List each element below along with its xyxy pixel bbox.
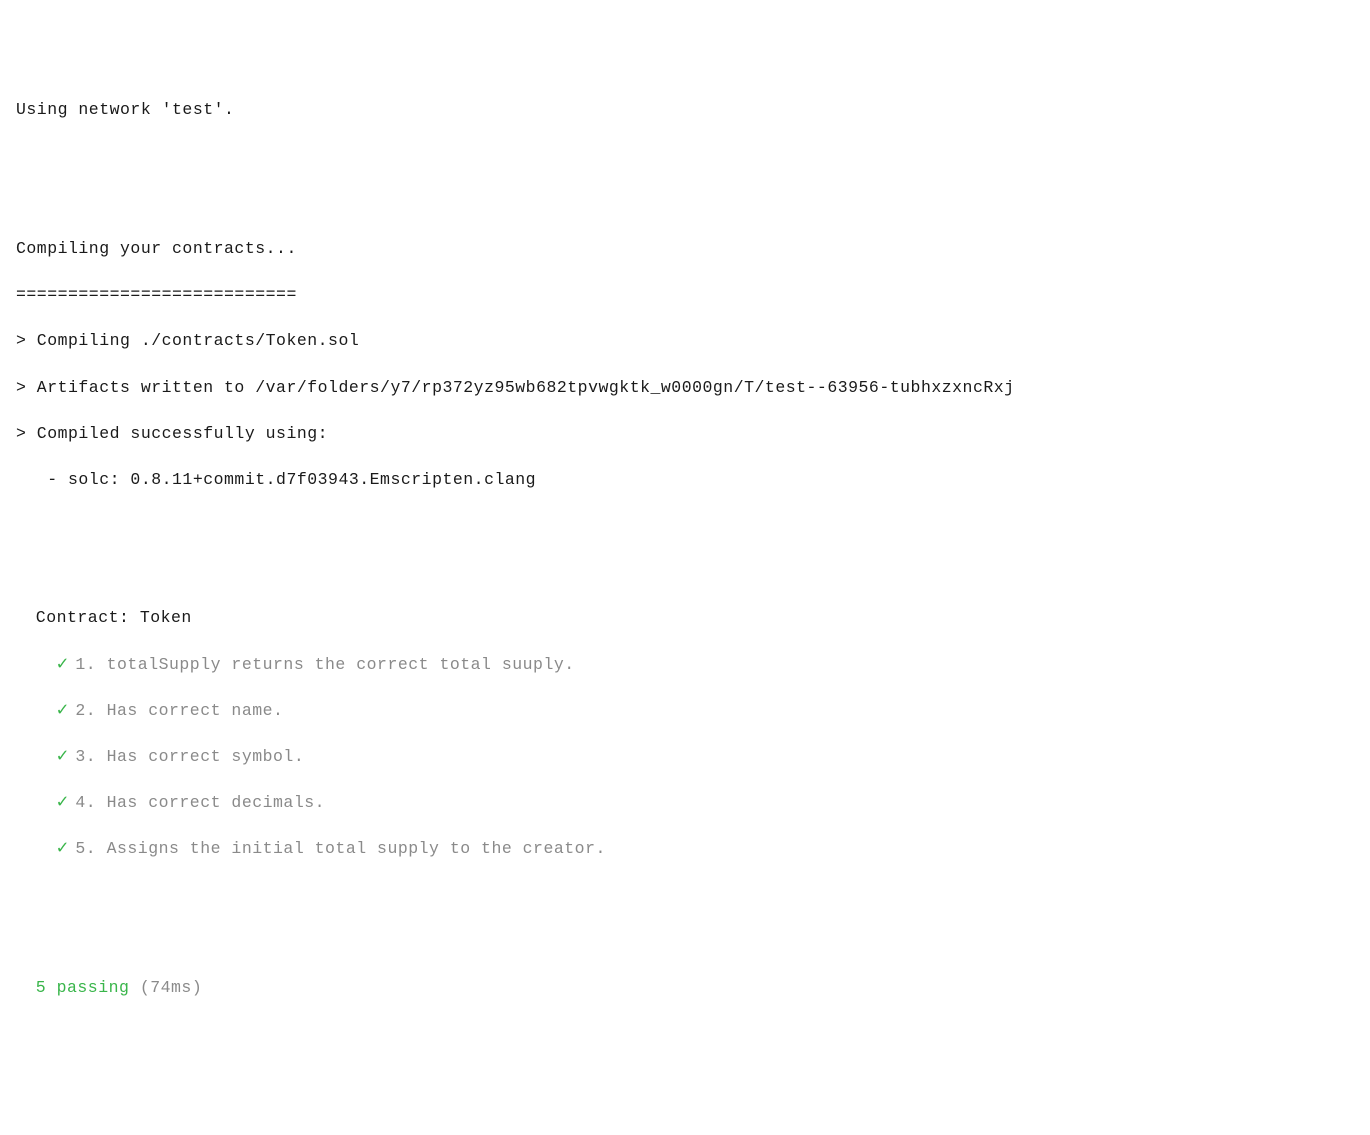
test-label: 4. Has correct decimals.	[75, 791, 325, 814]
test-label: 3. Has correct symbol.	[75, 745, 304, 768]
compile-divider: ===========================	[16, 283, 1354, 306]
test-result-row: ✓1. totalSupply returns the correct tota…	[16, 653, 1354, 676]
check-icon: ✓	[56, 791, 76, 814]
check-icon: ✓	[56, 699, 76, 722]
check-icon: ✓	[56, 837, 76, 860]
blank-line	[16, 191, 1354, 214]
test-result-row: ✓5. Assigns the initial total supply to …	[16, 837, 1354, 860]
test-result-row: ✓2. Has correct name.	[16, 699, 1354, 722]
compile-line: > Compiling ./contracts/Token.sol	[16, 329, 1354, 352]
passing-time: (74ms)	[129, 978, 202, 997]
check-icon: ✓	[56, 653, 76, 676]
solc-line: - solc: 0.8.11+commit.d7f03943.Emscripte…	[16, 468, 1354, 491]
contract-header: Contract: Token	[16, 606, 1354, 629]
test-result-row: ✓4. Has correct decimals.	[16, 791, 1354, 814]
test-result-row: ✓3. Has correct symbol.	[16, 745, 1354, 768]
test-label: 1. totalSupply returns the correct total…	[75, 653, 574, 676]
check-icon: ✓	[56, 745, 76, 768]
blank-line	[16, 884, 1354, 907]
blank-line	[16, 930, 1354, 953]
network-line: Using network 'test'.	[16, 98, 1354, 121]
blank-line	[16, 145, 1354, 168]
summary-line: 5 passing (74ms)	[16, 976, 1354, 999]
blank-block	[16, 514, 1354, 583]
compile-title: Compiling your contracts...	[16, 237, 1354, 260]
passing-count: 5 passing	[36, 978, 130, 997]
test-label: 5. Assigns the initial total supply to t…	[75, 837, 605, 860]
test-label: 2. Has correct name.	[75, 699, 283, 722]
compile-line: > Compiled successfully using:	[16, 422, 1354, 445]
compile-line: > Artifacts written to /var/folders/y7/r…	[16, 376, 1354, 399]
